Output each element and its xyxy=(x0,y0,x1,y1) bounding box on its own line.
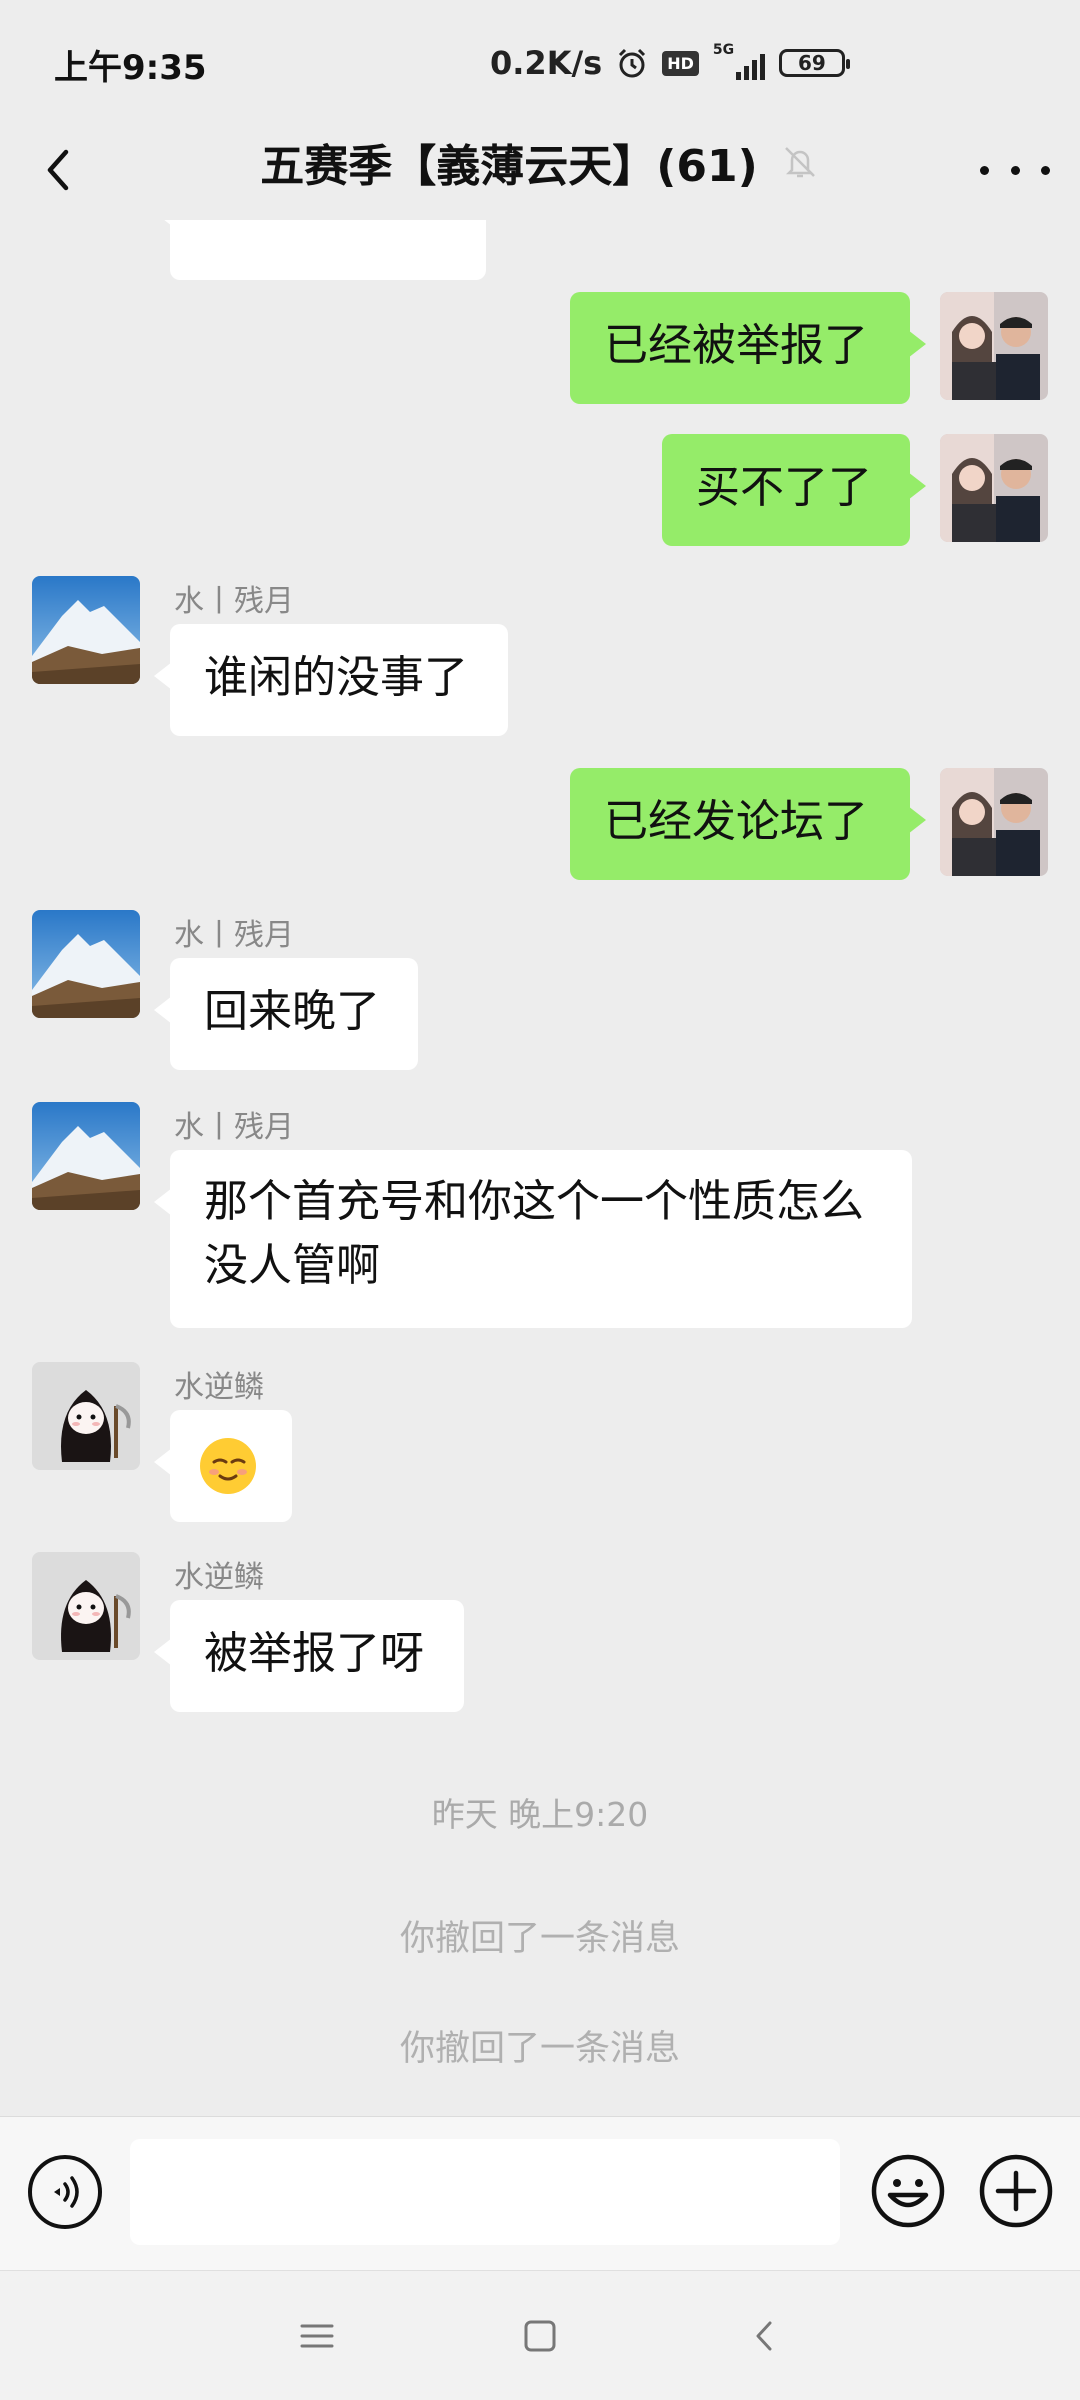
avatar-reaper[interactable] xyxy=(32,1362,140,1470)
message-text: 谁闲的没事了 xyxy=(204,652,468,703)
system-navigation-bar xyxy=(0,2270,1080,2400)
network-type: 5G xyxy=(712,42,735,58)
sender-name: 水丨残月 xyxy=(174,1110,294,1145)
battery-level: 69 xyxy=(797,51,826,75)
message-text: 买不了了 xyxy=(696,462,872,513)
avatar-reaper[interactable] xyxy=(32,1552,140,1660)
timestamp: 昨天 晚上9:20 xyxy=(431,1795,649,1834)
message-bubble-in[interactable]: 那个首充号和你这个一个性质怎么 没人管啊 xyxy=(154,1150,912,1328)
message-bubble-out[interactable]: 已经被举报了 xyxy=(570,292,926,404)
message-bubble-out[interactable]: 已经发论坛了 xyxy=(570,768,926,880)
message-list[interactable]: 已经被举报了 买不了了 水丨残月 谁闲的没事了 已经发论坛了 水丨残月 回来晚了… xyxy=(0,220,1080,2116)
battery-icon: 69 xyxy=(778,49,850,77)
message-bubble-in[interactable]: 回来晚了 xyxy=(154,958,418,1070)
recall-notice: 你撤回了一条消息 xyxy=(399,1919,680,1959)
message-bubble-in[interactable]: 谁闲的没事了 xyxy=(154,624,508,736)
message-text-line: 没人管啊 xyxy=(204,1240,380,1291)
more-icon[interactable] xyxy=(980,144,1050,196)
message-text: 回来晚了 xyxy=(204,986,380,1037)
plus-icon[interactable] xyxy=(978,2153,1054,2229)
recall-notice: 你撤回了一条消息 xyxy=(399,2029,680,2069)
chat-title-area[interactable]: 五赛季【義薄云天】(61) xyxy=(0,130,1080,194)
message-text-line: 那个首充号和你这个一个性质怎么 xyxy=(204,1176,864,1227)
voice-icon[interactable] xyxy=(28,2155,102,2229)
message-input[interactable] xyxy=(130,2139,840,2245)
status-bar: 上午9:35 0.2K/s HD 5G 69 xyxy=(0,0,1080,120)
message-text: 已经发论坛了 xyxy=(604,796,868,847)
alarm-icon xyxy=(619,48,646,78)
chat-screen: 上午9:35 0.2K/s HD 5G 69 五赛季【義薄云天】(61) 已经被… xyxy=(0,0,1080,2400)
home-icon[interactable] xyxy=(515,2311,565,2361)
emoji-icon[interactable] xyxy=(870,2153,946,2229)
chat-header: 五赛季【義薄云天】(61) xyxy=(0,120,1080,220)
message-bubble-partial[interactable] xyxy=(154,220,486,280)
avatar-self[interactable] xyxy=(940,768,1048,876)
signal-icon: 5G xyxy=(713,42,765,80)
status-indicators: 0.2K/s HD 5G 69 xyxy=(490,38,850,88)
relieved-face-emoji xyxy=(200,1438,256,1494)
chat-title: 五赛季【義薄云天】(61) xyxy=(260,141,758,192)
avatar-mountain[interactable] xyxy=(32,576,140,684)
back-nav-icon[interactable] xyxy=(740,2311,790,2361)
menu-icon[interactable] xyxy=(292,2311,342,2361)
message-bubble-out[interactable]: 买不了了 xyxy=(662,434,926,546)
avatar-mountain[interactable] xyxy=(32,910,140,1018)
network-speed: 0.2K/s xyxy=(490,44,603,82)
sender-name: 水丨残月 xyxy=(174,584,294,619)
message-bubble-in[interactable]: 被举报了呀 xyxy=(154,1600,464,1712)
sender-name: 水丨残月 xyxy=(174,918,294,953)
avatar-self[interactable] xyxy=(940,292,1048,400)
sender-name: 水逆鳞 xyxy=(174,1370,264,1405)
status-time: 上午9:35 xyxy=(54,48,207,88)
hd-badge: HD xyxy=(662,50,699,76)
input-bar xyxy=(0,2116,1080,2271)
message-bubble-in[interactable] xyxy=(154,1410,292,1522)
sender-name: 水逆鳞 xyxy=(174,1560,264,1595)
avatar-self[interactable] xyxy=(940,434,1048,542)
message-text: 已经被举报了 xyxy=(604,320,868,371)
avatar-mountain[interactable] xyxy=(32,1102,140,1210)
mute-bell-icon xyxy=(784,147,815,178)
message-text: 被举报了呀 xyxy=(204,1628,424,1679)
